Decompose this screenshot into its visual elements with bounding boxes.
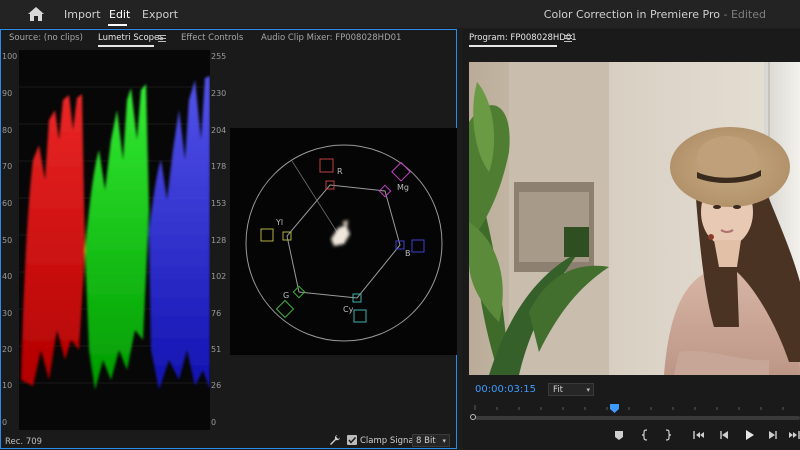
mark-in-icon[interactable] [638,429,652,441]
parade-left-tick: 20 [2,345,13,354]
step-forward-icon[interactable] [766,429,780,441]
vectorscope-label-b: B [405,249,411,258]
zoom-level-value: Fit [553,385,563,395]
go-to-in-icon[interactable] [692,429,706,441]
clamp-signal-checkbox[interactable] [347,435,357,445]
parade-left-tick: 60 [2,199,13,208]
program-monitor-title[interactable]: Program: FP008028HD01 [469,33,577,43]
playhead-timecode[interactable]: 00:00:03:15 [475,384,536,395]
parade-left-tick: 90 [2,89,13,98]
bit-depth-value: 8 Bit [416,436,436,446]
tab-effect-controls[interactable]: Effect Controls [181,33,243,43]
project-title: Color Correction in Premiere Pro - Edite… [544,8,766,21]
go-to-out-icon[interactable] [788,429,800,441]
vectorscope-label-yl: Yl [276,218,284,227]
tab-source[interactable]: Source: (no clips) [9,33,83,43]
tab-audio-clip-mixer[interactable]: Audio Clip Mixer: FP008028HD01 [261,33,401,43]
vectorscope [230,128,457,355]
scrub-bar[interactable] [475,416,800,420]
program-tab-active-indicator [469,45,557,47]
parade-right-tick: 26 [211,381,222,390]
checkmark-icon [348,436,357,444]
tab-lumetri-scopes[interactable]: Lumetri Scopes [98,33,164,43]
add-marker-icon[interactable] [612,429,626,441]
rgb-parade-graphic [19,76,210,390]
parade-right-tick: 255 [211,52,227,61]
zoom-level-select[interactable]: Fit ▾ [548,383,594,396]
chevron-down-icon: ▾ [442,437,446,445]
nav-export[interactable]: Export [142,8,178,21]
vectorscope-graphic [245,144,443,342]
vectorscope-label-cy: Cy [343,305,354,314]
nav-edit-active-indicator [108,24,127,26]
playhead-marker[interactable] [610,404,619,413]
bit-depth-select[interactable]: 8 Bit ▾ [412,434,450,447]
rgb-parade-scope [19,50,210,430]
video-frame-image [469,62,800,375]
panel-menu-icon[interactable] [564,35,572,42]
parade-left-tick: 100 [2,52,18,61]
parade-left-tick: 30 [2,309,13,318]
parade-left-tick: 40 [2,272,13,281]
parade-left-tick: 50 [2,236,13,245]
panel-menu-icon[interactable] [158,35,166,42]
tab-active-indicator [98,45,154,47]
parade-left-tick: 70 [2,162,13,171]
mark-out-icon[interactable] [661,429,675,441]
colorspace-label[interactable]: Rec. 709 [5,437,42,447]
chevron-down-icon: ▾ [586,386,590,394]
vectorscope-label-g: G [283,291,290,300]
program-video-frame [469,62,800,375]
play-icon[interactable] [742,429,756,441]
home-icon[interactable] [27,6,45,22]
step-back-icon[interactable] [717,429,731,441]
project-title-separator: - [719,8,731,21]
nav-edit[interactable]: Edit [109,8,130,21]
project-state: Edited [730,8,766,21]
parade-right-tick: 230 [211,89,227,98]
wrench-icon[interactable] [329,434,341,446]
parade-left-tick: 10 [2,381,13,390]
nav-import[interactable]: Import [64,8,101,21]
parade-left-tick: 80 [2,126,13,135]
parade-left-tick: 0 [2,418,8,427]
clamp-signal-label[interactable]: Clamp Signal [360,436,416,446]
project-name: Color Correction in Premiere Pro [543,8,720,21]
vectorscope-label-mg: Mg [397,183,409,192]
scrub-bar-start-handle[interactable] [470,414,476,420]
vectorscope-label-r: R [337,167,343,176]
time-ruler[interactable] [469,402,800,410]
parade-right-tick: 0 [211,418,217,427]
